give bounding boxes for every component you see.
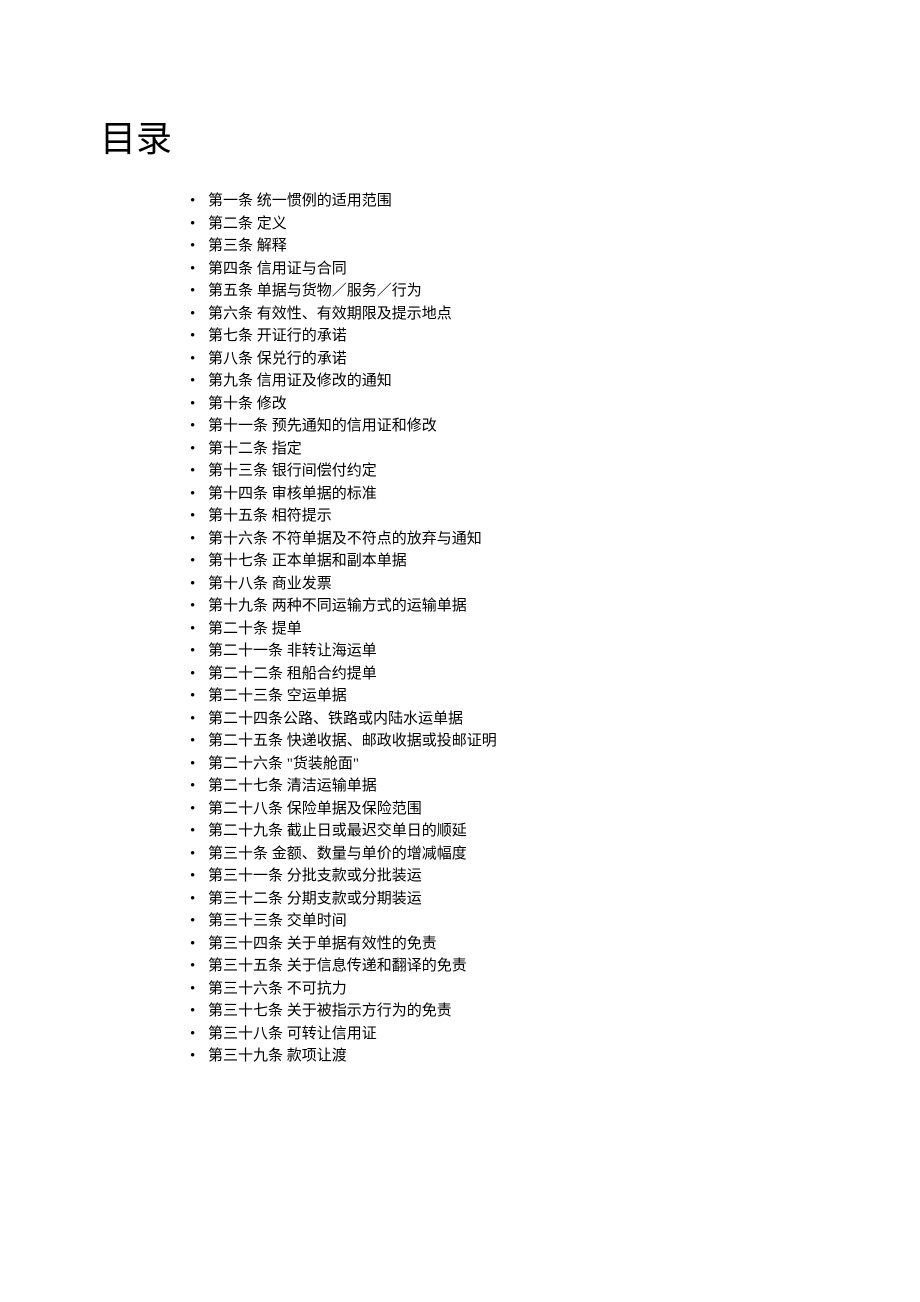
toc-item: 第四条 信用证与合同 [190,258,920,281]
toc-item: 第十五条 相符提示 [190,505,920,528]
toc-item: 第三十二条 分期支款或分期装运 [190,888,920,911]
toc-item: 第二十六条 "货装舱面" [190,753,920,776]
toc-item: 第三十四条 关于单据有效性的免责 [190,933,920,956]
toc-item: 第十八条 商业发票 [190,573,920,596]
toc-item: 第三十七条 关于被指示方行为的免责 [190,1000,920,1023]
toc-item: 第一条 统一惯例的适用范围 [190,190,920,213]
toc-item: 第二十一条 非转让海运单 [190,640,920,663]
toc-item: 第二十八条 保险单据及保险范围 [190,798,920,821]
toc-item: 第二十四条公路、铁路或内陆水运单据 [190,708,920,731]
toc-item: 第十一条 预先通知的信用证和修改 [190,415,920,438]
toc-item: 第二十条 提单 [190,618,920,641]
toc-item: 第十七条 正本单据和副本单据 [190,550,920,573]
toc-item: 第九条 信用证及修改的通知 [190,370,920,393]
toc-item: 第三条 解释 [190,235,920,258]
toc-item: 第十三条 银行间偿付约定 [190,460,920,483]
toc-item: 第三十八条 可转让信用证 [190,1023,920,1046]
toc-item: 第十四条 审核单据的标准 [190,483,920,506]
toc-item: 第三十九条 款项让渡 [190,1045,920,1068]
toc-item: 第五条 单据与货物／服务／行为 [190,280,920,303]
page-title: 目录 [100,110,920,162]
toc-item: 第八条 保兑行的承诺 [190,348,920,371]
toc-list: 第一条 统一惯例的适用范围 第二条 定义 第三条 解释 第四条 信用证与合同 第… [100,190,920,1068]
toc-item: 第二十七条 清洁运输单据 [190,775,920,798]
toc-item: 第十六条 不符单据及不符点的放弃与通知 [190,528,920,551]
toc-item: 第三十五条 关于信息传递和翻译的免责 [190,955,920,978]
toc-item: 第二条 定义 [190,213,920,236]
toc-item: 第三十三条 交单时间 [190,910,920,933]
toc-item: 第二十三条 空运单据 [190,685,920,708]
toc-item: 第三十六条 不可抗力 [190,978,920,1001]
toc-item: 第十条 修改 [190,393,920,416]
toc-item: 第三十条 金额、数量与单价的增减幅度 [190,843,920,866]
toc-item: 第二十二条 租船合约提单 [190,663,920,686]
toc-item: 第二十五条 快递收据、邮政收据或投邮证明 [190,730,920,753]
toc-item: 第三十一条 分批支款或分批装运 [190,865,920,888]
toc-item: 第七条 开证行的承诺 [190,325,920,348]
toc-item: 第六条 有效性、有效期限及提示地点 [190,303,920,326]
toc-item: 第二十九条 截止日或最迟交单日的顺延 [190,820,920,843]
toc-item: 第十二条 指定 [190,438,920,461]
toc-item: 第十九条 两种不同运输方式的运输单据 [190,595,920,618]
